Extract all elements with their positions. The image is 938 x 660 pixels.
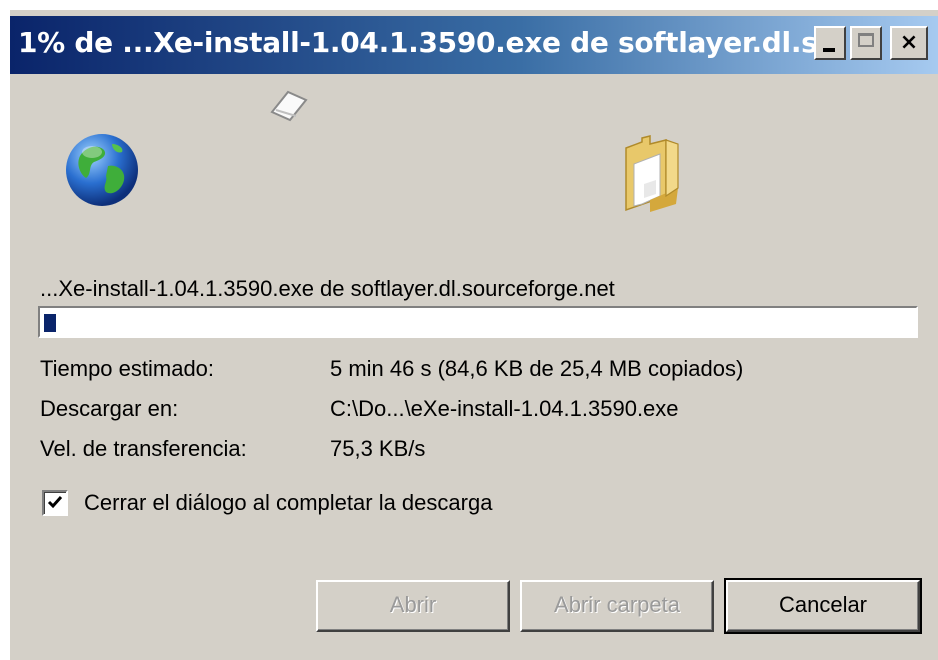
download-progress-bar (38, 306, 918, 338)
globe-icon (66, 134, 138, 206)
download-to-value: C:\Do...\eXe-install-1.04.1.3590.exe (330, 396, 679, 421)
progress-fill (44, 314, 56, 332)
download-dialog: 1% de ...Xe-install-1.04.1.3590.exe de s… (8, 8, 938, 660)
maximize-button[interactable] (850, 26, 882, 60)
minimize-icon (823, 48, 835, 52)
open-folder-button[interactable]: Abrir carpeta (520, 580, 714, 632)
folder-icon (625, 135, 679, 212)
close-on-complete-label[interactable]: Cerrar el diálogo al completar la descar… (84, 490, 492, 516)
transfer-rate-label: Vel. de transferencia: (40, 436, 247, 461)
window-title: 1% de ...Xe-install-1.04.1.3590.exe de s… (18, 26, 818, 59)
title-bar[interactable]: 1% de ...Xe-install-1.04.1.3590.exe de s… (10, 16, 938, 74)
close-icon: × (899, 30, 919, 55)
close-on-complete-checkbox[interactable] (42, 490, 68, 516)
transfer-rate-value: 75,3 KB/s (330, 436, 426, 461)
estimated-time-value: 5 min 46 s (84,6 KB de 25,4 MB copiados) (330, 356, 744, 381)
file-source-line: ...Xe-install-1.04.1.3590.exe de softlay… (40, 276, 615, 301)
minimize-button[interactable] (814, 26, 846, 60)
paper-sheet-icon (270, 90, 308, 122)
close-button[interactable]: × (890, 26, 928, 60)
open-button[interactable]: Abrir (316, 580, 510, 632)
maximize-icon (858, 33, 874, 47)
estimated-time-label: Tiempo estimado: (40, 356, 215, 381)
checkmark-icon (47, 496, 63, 509)
download-to-label: Descargar en: (40, 396, 179, 421)
cancel-button[interactable]: Cancelar (724, 578, 922, 634)
